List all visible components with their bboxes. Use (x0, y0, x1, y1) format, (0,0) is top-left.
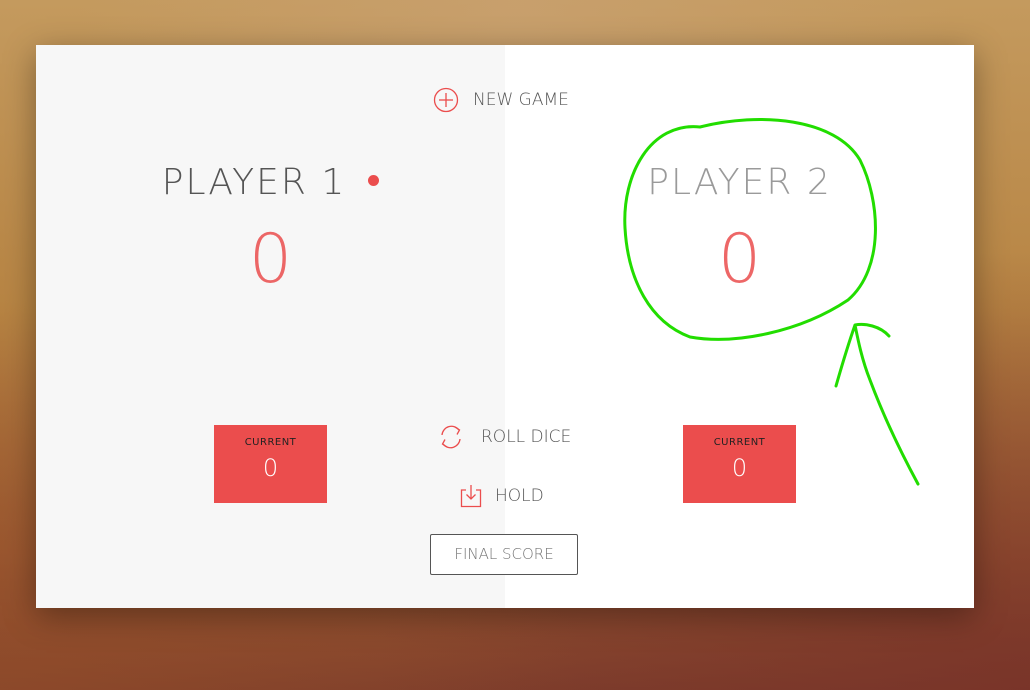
player-2-panel: PLAYER 2 0 CURRENT 0 (505, 45, 974, 608)
player-1-current-box: CURRENT 0 (214, 425, 327, 503)
player-2-name: PLAYER 2 (505, 162, 974, 203)
player-1-current-label: CURRENT (244, 437, 297, 448)
player-1-score: 0 (248, 220, 293, 299)
player-1-panel: PLAYER 1 0 CURRENT 0 (36, 45, 505, 608)
player-2-name-label: PLAYER 2 (647, 162, 832, 203)
player-2-current-score: 0 (731, 454, 748, 482)
final-score-input[interactable] (430, 534, 578, 575)
download-icon (460, 484, 482, 508)
player-2-current-label: CURRENT (713, 437, 766, 448)
refresh-icon (436, 422, 466, 452)
roll-dice-button[interactable]: ROLL DICE (436, 422, 571, 452)
player-1-current-score: 0 (262, 454, 279, 482)
active-player-dot-icon (368, 174, 380, 186)
plus-circle-icon (433, 87, 459, 113)
player-1-name: PLAYER 1 (36, 162, 505, 203)
new-game-button[interactable]: NEW GAME (433, 87, 569, 113)
player-2-score: 0 (717, 220, 762, 299)
hold-label: HOLD (495, 486, 544, 506)
new-game-label: NEW GAME (473, 90, 569, 110)
player-1-name-label: PLAYER 1 (161, 162, 347, 203)
hold-button[interactable]: HOLD (460, 484, 544, 508)
roll-dice-label: ROLL DICE (481, 427, 572, 447)
player-2-current-box: CURRENT 0 (683, 425, 796, 503)
game-panel: PLAYER 1 0 CURRENT 0 PLAYER 2 0 CURRENT … (36, 45, 974, 608)
